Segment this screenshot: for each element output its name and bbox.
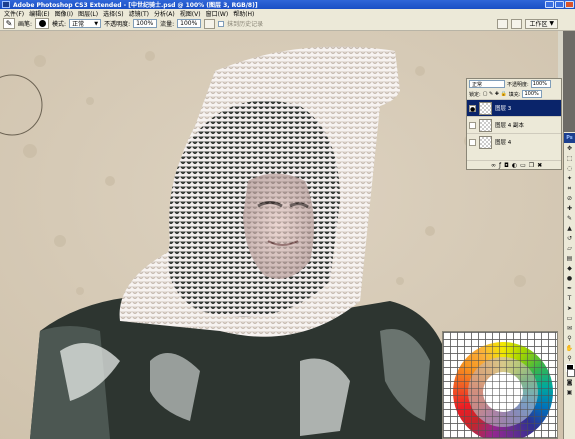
type-tool-icon[interactable]: T [565,294,575,303]
opacity-value: 100% [136,20,154,27]
layer-row[interactable]: 图层 4 副本 [467,116,561,133]
fill-input[interactable]: 100% [522,90,543,98]
background-color-swatch[interactable] [567,369,575,377]
workspace-button[interactable]: 工作区 ▼ [525,18,558,29]
eye-icon[interactable] [469,138,476,146]
lock-label: 锁定: [469,91,481,98]
blur-tool-icon[interactable]: ◆ [565,264,575,273]
history-brush-icon[interactable]: ↺ [565,234,575,243]
flow-label: 流量: [160,21,175,28]
mode-select[interactable]: 正常 ▼ [69,19,102,28]
marquee-tool-icon[interactable]: ⬚ [565,154,575,163]
erase-history-label: 抹到历史记录 [227,21,264,28]
workspace-label: 工作区 [529,21,548,28]
toolbox: Ps ✥ ⬚ ◌ ✦ ⌗ ⊘ ✚ ✎ ▲ ↺ ▱ ▤ ◆ ● ✒ T ➤ ▭ ✉… [563,132,575,439]
flow-input[interactable]: 100% [177,19,202,28]
screen-mode-icon[interactable]: ▣ [565,388,575,397]
brush-tip-icon [38,20,46,27]
folder-icon[interactable]: ▭ [520,162,526,169]
link-layers-icon[interactable]: ∞ [491,162,496,169]
opacity-input[interactable]: 100% [133,19,158,28]
hand-tool-icon[interactable]: ✋ [565,344,575,353]
fx-icon[interactable]: ƒ [499,162,501,169]
layer-name: 图层 4 副本 [495,123,524,129]
layers-blend-row: 正常 不透明度: 100% [467,79,561,89]
layers-opacity-label: 不透明度: [507,81,529,88]
notes-tool-icon[interactable]: ✉ [565,324,575,333]
erase-history-checkbox[interactable] [218,20,225,27]
magic-wand-tool-icon[interactable]: ✦ [565,174,575,183]
stamp-tool-icon[interactable]: ▲ [565,224,575,233]
layer-thumbnail [479,101,492,115]
close-button[interactable] [565,1,574,8]
crop-tool-icon[interactable]: ⌗ [565,184,575,193]
dodge-tool-icon[interactable]: ● [565,274,575,283]
chevron-down-icon: ▼ [94,20,99,27]
photoshop-logo-icon [2,1,10,8]
new-layer-icon[interactable]: ❐ [529,162,534,169]
quick-mask-icon[interactable]: ◙ [565,378,575,387]
opacity-label: 不透明度: [104,21,131,28]
brush-preset-picker[interactable] [35,18,50,29]
layer-row[interactable]: 图层 4 [467,133,561,150]
eye-icon[interactable]: ● [469,104,476,113]
minimize-button[interactable] [545,1,554,8]
flow-value: 100% [180,20,198,27]
move-tool-icon[interactable]: ✥ [565,144,575,153]
mode-label: 模式: [52,21,67,28]
menu-bar: 文件(F) 编辑(E) 图像(I) 图层(L) 选择(S) 滤镜(T) 分析(A… [0,9,575,18]
layers-lock-row: 锁定: ▢ ✎ ✚ 🔒 填充: 100% [467,89,561,99]
slice-tool-icon[interactable]: ⊘ [565,194,575,203]
layers-footer: ∞ ƒ ◘ ◐ ▭ ❐ ✖ [467,160,561,169]
eye-icon[interactable] [469,121,476,129]
layer-name: 图层 3 [495,106,512,112]
brush-tool-icon[interactable]: ✎ [565,214,575,223]
adjustment-icon[interactable]: ◐ [512,162,517,169]
mask-icon[interactable]: ◘ [504,162,509,169]
color-wheel-panel[interactable] [442,331,558,439]
window-controls [545,1,574,8]
maximize-button[interactable] [555,1,564,8]
trash-icon[interactable]: ✖ [537,162,542,169]
mode-value: 正常 [72,21,85,28]
healing-tool-icon[interactable]: ✚ [565,204,575,213]
palette-well-icon[interactable] [511,18,523,29]
layers-opacity-value: 100% [532,81,547,87]
layer-name: 图层 4 [495,140,512,146]
path-select-icon[interactable]: ➤ [565,304,575,313]
layer-thumbnail [479,135,492,149]
eraser-tool-icon[interactable]: ✎ [3,18,15,29]
bridge-icon[interactable] [497,18,509,29]
gradient-tool-icon[interactable]: ▤ [565,254,575,263]
grid-overlay [443,332,557,438]
shape-tool-icon[interactable]: ▭ [565,314,575,323]
eyedropper-tool-icon[interactable]: ⚲ [565,334,575,343]
options-bar: ✎ 画笔: 模式: 正常 ▼ 不透明度: 100% 流量: 100% 抹到历史记录… [0,17,575,31]
layers-opacity-input[interactable]: 100% [530,80,551,88]
fill-value: 100% [524,91,539,97]
ps-badge: Ps [564,133,575,143]
zoom-tool-icon[interactable]: ⚲ [565,354,575,363]
brush-label: 画笔: [18,21,33,28]
airbrush-icon[interactable] [204,18,216,29]
lock-icons[interactable]: ▢ ✎ ✚ 🔒 [483,91,507,97]
layer-thumbnail [479,118,492,132]
fill-label: 填充: [508,91,521,98]
eraser-tool-icon[interactable]: ▱ [565,244,575,253]
pen-tool-icon[interactable]: ✒ [565,284,575,293]
blend-mode-value: 正常 [472,81,483,88]
layers-panel: 正常 不透明度: 100% 锁定: ▢ ✎ ✚ 🔒 填充: 100% ● 图层 … [466,78,562,170]
blend-mode-select[interactable]: 正常 [469,80,505,88]
lasso-tool-icon[interactable]: ◌ [565,164,575,173]
layer-row[interactable]: ● 图层 3 [467,99,561,116]
